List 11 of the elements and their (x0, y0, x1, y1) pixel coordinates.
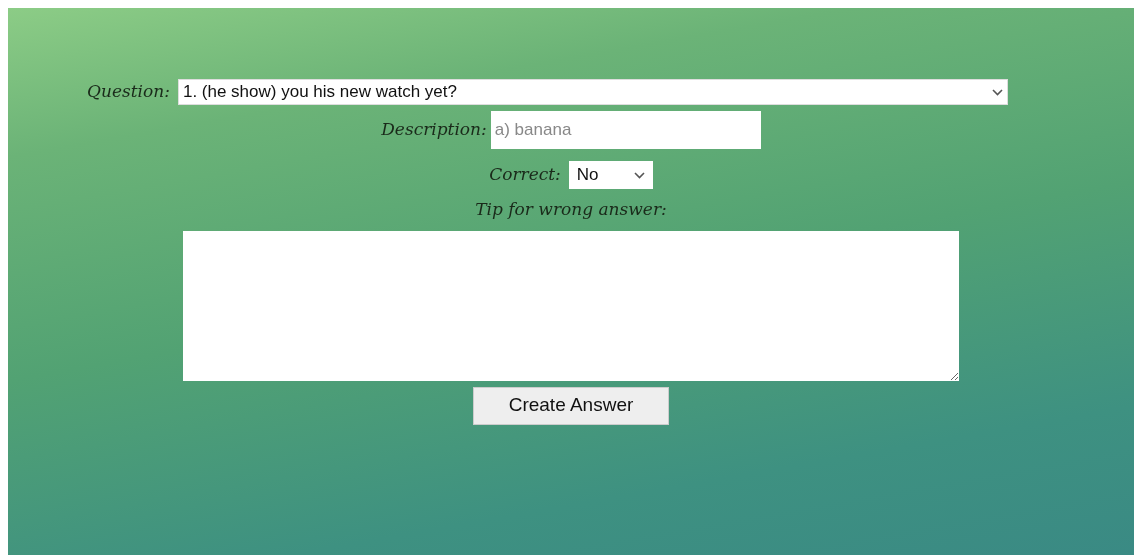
question-label: Question: (87, 80, 170, 104)
chevron-icon (633, 171, 645, 179)
correct-label: Correct: (489, 163, 561, 187)
correct-select[interactable]: No (568, 161, 653, 189)
tip-field[interactable] (183, 230, 959, 381)
tip-label: Tip for wrong answer: (475, 198, 667, 221)
description-field[interactable]: a) banana (490, 111, 761, 149)
create-answer-button[interactable]: Create Answer (473, 386, 669, 425)
question-select[interactable]: 1. (he show) you his new watch yet? (177, 79, 1008, 105)
description-label: Description: (381, 118, 487, 142)
chevron-icon (991, 88, 1003, 96)
